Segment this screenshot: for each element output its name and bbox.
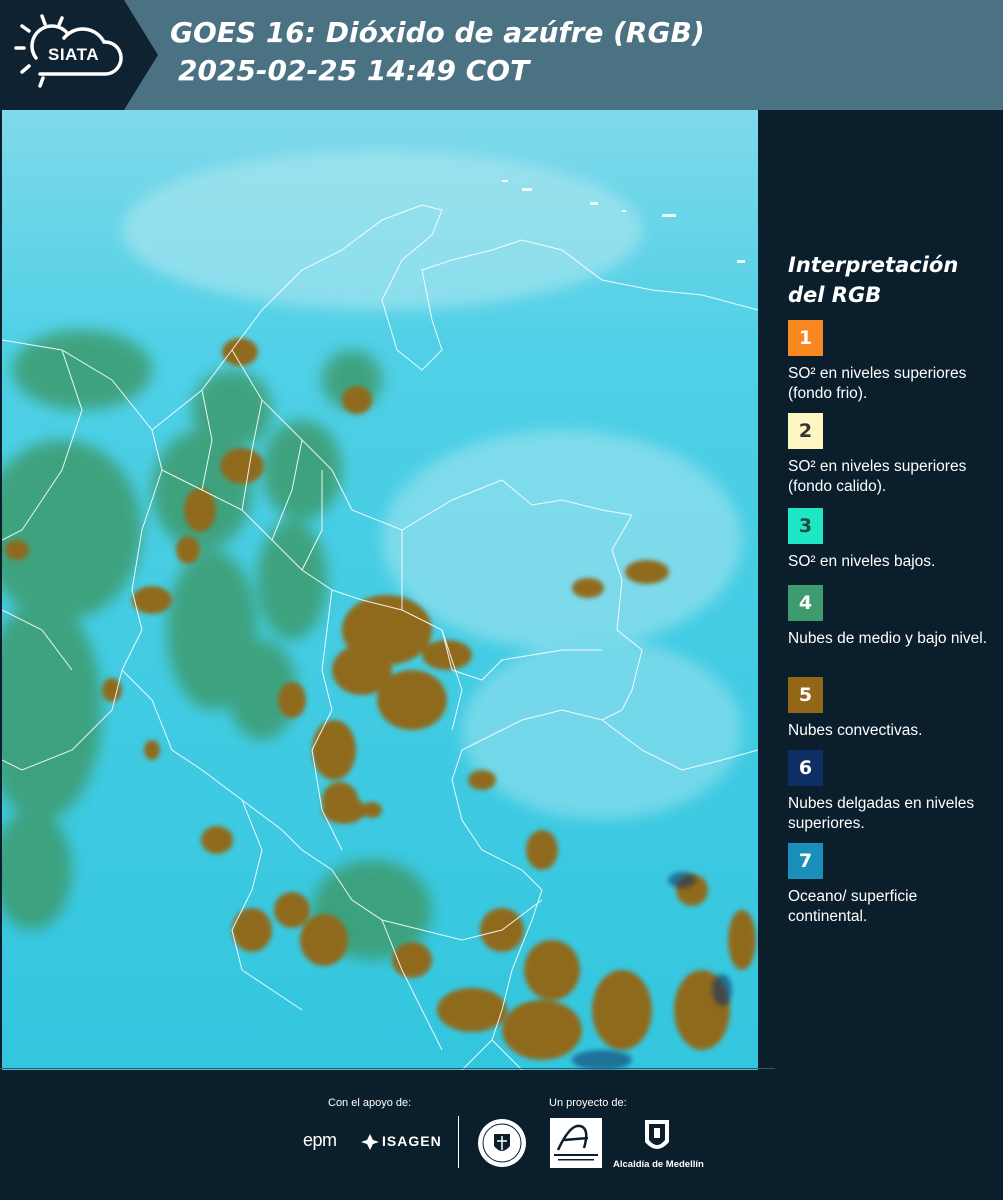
page-title: GOES 16: Dióxido de azúfre (RGB) 2025-02… (170, 14, 705, 90)
legend-swatch: 5 (788, 677, 823, 713)
project-label: Un proyecto de: (549, 1097, 627, 1109)
medellin-seal-icon (478, 1119, 526, 1167)
legend-item-2: 2 SO² en niveles superiores (fondo calido… (788, 413, 998, 497)
legend-description: SO² en niveles bajos. (788, 553, 936, 570)
header: SIATA GOES 16: Dióxido de azúfre (RGB) 2… (0, 0, 1003, 110)
legend-swatch: 7 (788, 843, 823, 879)
alcaldia-coat-of-arms-icon (645, 1120, 669, 1149)
title-product: GOES 16: Dióxido de azúfre (RGB) (170, 16, 705, 49)
legend-item-3: 3 SO² en niveles bajos. (788, 508, 998, 572)
legend-item-7: 7 Oceano/ superficie continental. (788, 843, 998, 927)
legend-swatch: 3 (788, 508, 823, 544)
epm-logo: epm (303, 1130, 337, 1150)
legend-description: SO² en niveles superiores (fondo frio). (788, 365, 967, 402)
satellite-image (2, 110, 758, 1070)
legend-description: Nubes de medio y bajo nivel. (788, 630, 988, 647)
legend-description: Nubes convectivas. (788, 722, 923, 739)
legend-title-line2: del RGB (788, 283, 882, 307)
siata-logo: SIATA (0, 0, 158, 110)
legend-swatch: 2 (788, 413, 823, 449)
legend-item-6: 6 Nubes delgadas en niveles superiores. (788, 750, 998, 834)
support-label: Con el apoyo de: (328, 1097, 412, 1109)
legend-description: Oceano/ superficie continental. (788, 888, 918, 925)
legend-swatch: 6 (788, 750, 823, 786)
legend-item-4: 4 Nubes de medio y bajo nivel. (788, 585, 998, 649)
title-datetime: 2025-02-25 14:49 COT (178, 54, 530, 87)
legend-title-line1: Interpretación (788, 253, 959, 277)
legend-description: SO² en niveles superiores (fondo calido)… (788, 458, 967, 495)
legend-item-1: 1 SO² en niveles superiores (fondo frio). (788, 320, 998, 404)
siata-logo-text: SIATA (48, 45, 99, 64)
satellite-map (2, 110, 758, 1070)
isagen-icon (361, 1134, 379, 1150)
legend-title: Interpretación del RGB (788, 250, 998, 310)
rgb-legend: Interpretación del RGB (788, 250, 998, 320)
legend-swatch: 1 (788, 320, 823, 356)
legend-description: Nubes delgadas en niveles superiores. (788, 795, 975, 832)
alcaldia-text: Alcaldía de Medellín (613, 1159, 704, 1170)
isagen-logo: ISAGEN (382, 1133, 442, 1149)
legend-swatch: 4 (788, 585, 823, 621)
footer-divider-line (0, 1068, 775, 1069)
footer-separator (458, 1116, 459, 1168)
legend-item-5: 5 Nubes convectivas. (788, 677, 998, 741)
area-metropolitana-logo (550, 1118, 602, 1168)
